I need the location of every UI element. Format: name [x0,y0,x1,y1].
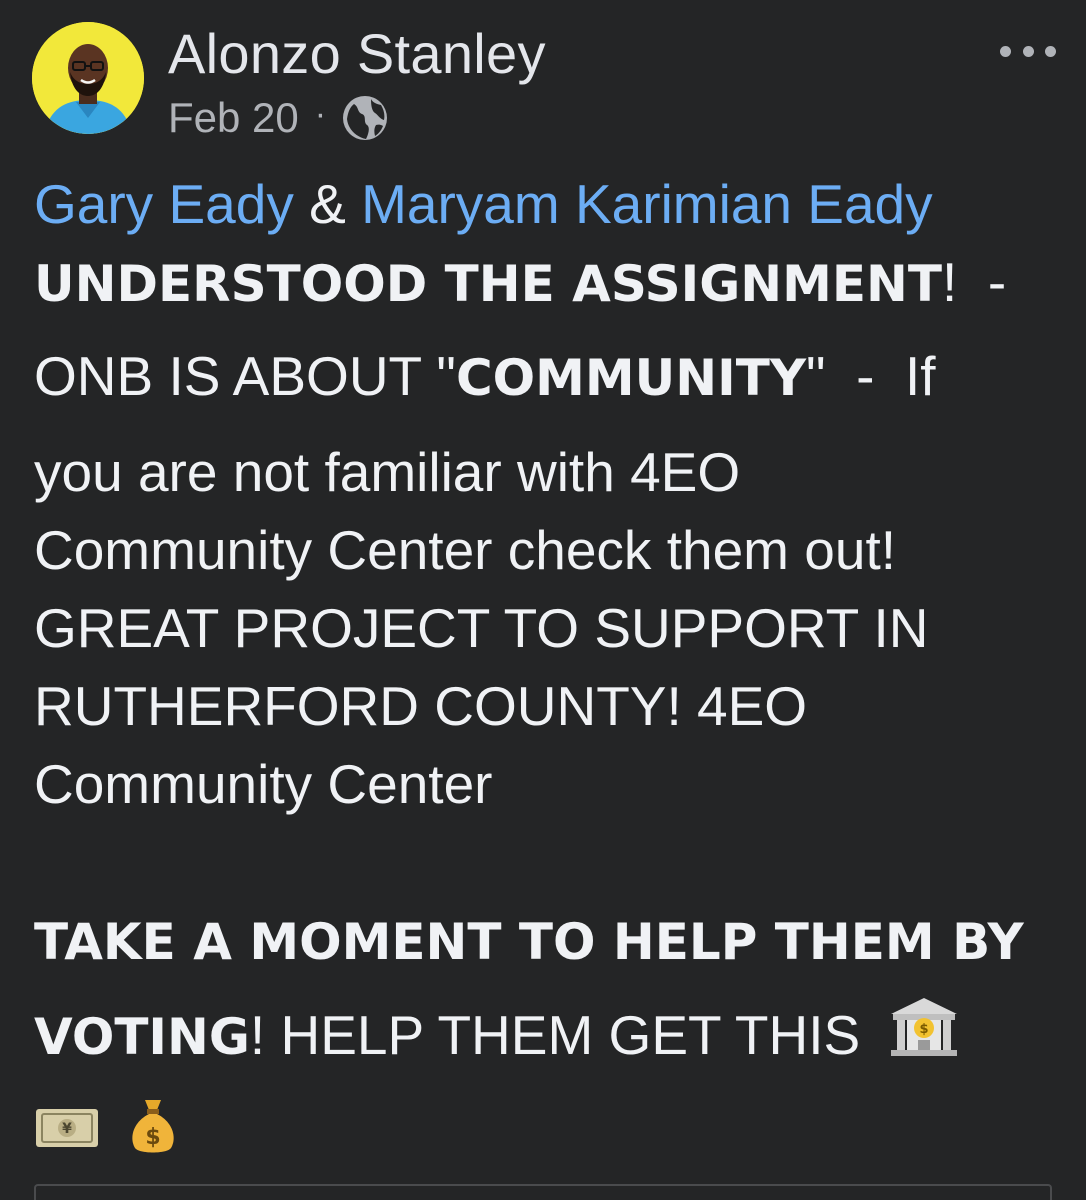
bold-text: VOTING [34,1008,250,1067]
meta-separator: · [314,94,327,133]
post-text-line-10: VOTING! HELP THEM GET THIS $ [34,998,959,1077]
svg-text:$: $ [146,1125,161,1150]
text-fragment: ! - [941,251,1007,313]
text-fragment: ! HELP THEM GET THIS [249,1004,861,1067]
bank-emoji: $ [889,996,959,1071]
post-text-line-6: GREAT PROJECT TO SUPPORT IN [34,597,929,659]
bold-text: TAKE A MOMENT TO HELP THEM BY [34,913,1024,971]
globe-icon [340,93,390,143]
post-meta: Feb 20 · [168,92,390,144]
yen-banknote-emoji: ¥ [34,1100,100,1164]
post-text-line-1: Gary Eady & Maryam Karimian Eady [34,172,933,236]
post-text-line-2: UNDERSTOOD THE ASSIGNMENT! - [34,250,1006,316]
mention-maryam-karimian-eady[interactable]: Maryam Karimian Eady [361,173,933,235]
more-options-button[interactable] [1000,36,1056,66]
bold-text: COMMUNITY [455,349,807,407]
ampersand: & [293,173,362,235]
post-text-line-11: ¥ $ [34,1094,179,1164]
more-dot [1045,45,1056,57]
text-fragment: ONB IS ABOUT " [34,345,456,407]
post-text-line-4: you are not familiar with 4EO [34,441,741,503]
text-fragment: " - If [806,345,936,407]
post-card: Alonzo Stanley Feb 20 · Gary Eady & Mary… [0,0,1086,1200]
avatar-image [32,22,144,134]
author-avatar[interactable] [32,22,144,134]
post-divider [34,1184,1052,1200]
more-dots-icon [1000,45,1011,57]
author-name[interactable]: Alonzo Stanley [168,20,546,88]
post-text-line-3: ONB IS ABOUT "COMMUNITY" - If [34,344,936,410]
post-text-line-8: Community Center [34,753,493,815]
svg-text:¥: ¥ [62,1121,72,1137]
money-bag-emoji: $ [127,1094,179,1169]
post-date[interactable]: Feb 20 [168,94,299,142]
svg-text:$: $ [920,1022,929,1037]
mention-gary-eady[interactable]: Gary Eady [34,173,294,235]
post-text-line-9: TAKE A MOMENT TO HELP THEM BY [34,908,1024,974]
bold-text: UNDERSTOOD THE ASSIGNMENT [34,255,942,313]
post-text-line-7: RUTHERFORD COUNTY! 4EO [34,675,808,737]
post-text-line-5: Community Center check them out! [34,519,897,581]
more-dot [1022,45,1034,57]
